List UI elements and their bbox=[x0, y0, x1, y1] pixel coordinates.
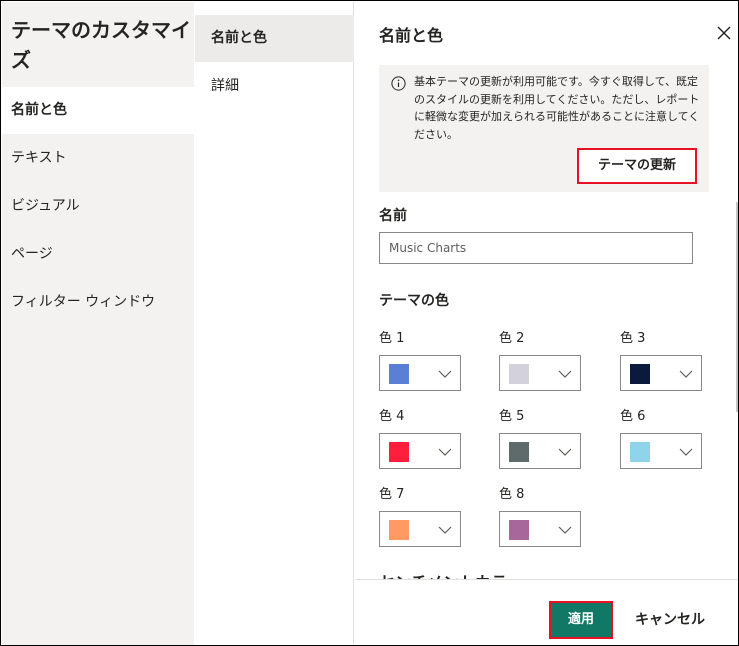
color-7-label: 色 7 bbox=[379, 487, 405, 502]
color-7-picker[interactable] bbox=[379, 511, 461, 547]
update-notice: 基本テーマの更新が利用可能です。今すぐ取得して、既定のスタイルの更新を利用してく… bbox=[379, 65, 709, 192]
close-button[interactable] bbox=[713, 22, 735, 44]
chevron-down-icon bbox=[679, 448, 693, 456]
color-6-group: 色 6 bbox=[620, 407, 704, 469]
left-nav-item-name-and-colors[interactable]: 名前と色 bbox=[2, 87, 194, 134]
left-nav: テーマのカスタマイズ 名前と色 テキスト ビジュアル ページ フィルター ウィン… bbox=[2, 2, 194, 645]
color-5-group: 色 5 bbox=[499, 407, 583, 469]
chevron-down-icon bbox=[679, 370, 693, 378]
color-swatch bbox=[509, 520, 529, 540]
info-icon bbox=[391, 76, 406, 91]
name-label: 名前 bbox=[379, 208, 407, 224]
color-5-picker[interactable] bbox=[499, 433, 581, 469]
color-1-label: 色 1 bbox=[379, 331, 405, 346]
color-2-picker[interactable] bbox=[499, 355, 581, 391]
color-swatch bbox=[509, 364, 529, 384]
color-8-group: 色 8 bbox=[499, 485, 583, 547]
color-8-picker[interactable] bbox=[499, 511, 581, 547]
color-2-label: 色 2 bbox=[499, 331, 525, 346]
chevron-down-icon bbox=[558, 526, 572, 534]
section-title: 名前と色 bbox=[379, 26, 444, 45]
close-icon bbox=[717, 26, 731, 40]
color-swatch bbox=[389, 364, 409, 384]
color-1-group: 色 1 bbox=[379, 329, 463, 391]
color-4-picker[interactable] bbox=[379, 433, 461, 469]
chevron-down-icon bbox=[558, 448, 572, 456]
color-swatch bbox=[389, 520, 409, 540]
dialog-title: テーマのカスタマイズ bbox=[11, 18, 191, 72]
color-swatch bbox=[630, 442, 650, 462]
chevron-down-icon bbox=[438, 526, 452, 534]
color-6-picker[interactable] bbox=[620, 433, 702, 469]
left-nav-item-visuals[interactable]: ビジュアル bbox=[2, 183, 194, 230]
theme-name-input[interactable]: Music Charts bbox=[379, 232, 693, 264]
apply-button-label: 適用 bbox=[567, 612, 594, 627]
main-panel: 名前と色 基本テーマの更新が利用可能です。今すぐ取得して、既定のスタイルの更新を… bbox=[355, 2, 738, 645]
dialog-footer: 適用 キャンセル bbox=[355, 579, 738, 645]
color-1-picker[interactable] bbox=[379, 355, 461, 391]
color-swatch bbox=[509, 442, 529, 462]
color-swatch bbox=[630, 364, 650, 384]
notice-message: 基本テーマの更新が利用可能です。今すぐ取得して、既定のスタイルの更新を利用してく… bbox=[414, 75, 700, 141]
scrollbar[interactable] bbox=[736, 202, 738, 412]
left-nav-item-filter-pane[interactable]: フィルター ウィンドウ bbox=[2, 279, 194, 326]
color-4-label: 色 4 bbox=[379, 409, 405, 424]
sentiment-colors-heading: センチメントカラー bbox=[379, 569, 559, 579]
sub-nav-item-advanced[interactable]: 詳細 bbox=[195, 63, 354, 110]
left-nav-item-text[interactable]: テキスト bbox=[2, 135, 194, 182]
left-nav-item-page[interactable]: ページ bbox=[2, 231, 194, 278]
cancel-button[interactable]: キャンセル bbox=[625, 603, 715, 637]
customize-theme-dialog: テーマのカスタマイズ 名前と色 テキスト ビジュアル ページ フィルター ウィン… bbox=[0, 0, 739, 646]
update-theme-button[interactable]: テーマの更新 bbox=[577, 148, 697, 184]
color-6-label: 色 6 bbox=[620, 409, 646, 424]
color-3-label: 色 3 bbox=[620, 331, 646, 346]
chevron-down-icon bbox=[558, 370, 572, 378]
theme-colors-heading: テーマの色 bbox=[379, 293, 449, 309]
color-2-group: 色 2 bbox=[499, 329, 583, 391]
sub-nav-item-name-and-colors[interactable]: 名前と色 bbox=[195, 15, 354, 62]
color-8-label: 色 8 bbox=[499, 487, 525, 502]
sub-nav: 名前と色 詳細 bbox=[195, 2, 354, 645]
chevron-down-icon bbox=[438, 370, 452, 378]
color-3-group: 色 3 bbox=[620, 329, 704, 391]
color-7-group: 色 7 bbox=[379, 485, 463, 547]
color-swatch bbox=[389, 442, 409, 462]
color-5-label: 色 5 bbox=[499, 409, 525, 424]
color-3-picker[interactable] bbox=[620, 355, 702, 391]
chevron-down-icon bbox=[438, 448, 452, 456]
color-4-group: 色 4 bbox=[379, 407, 463, 469]
apply-button[interactable]: 適用 bbox=[549, 601, 613, 639]
